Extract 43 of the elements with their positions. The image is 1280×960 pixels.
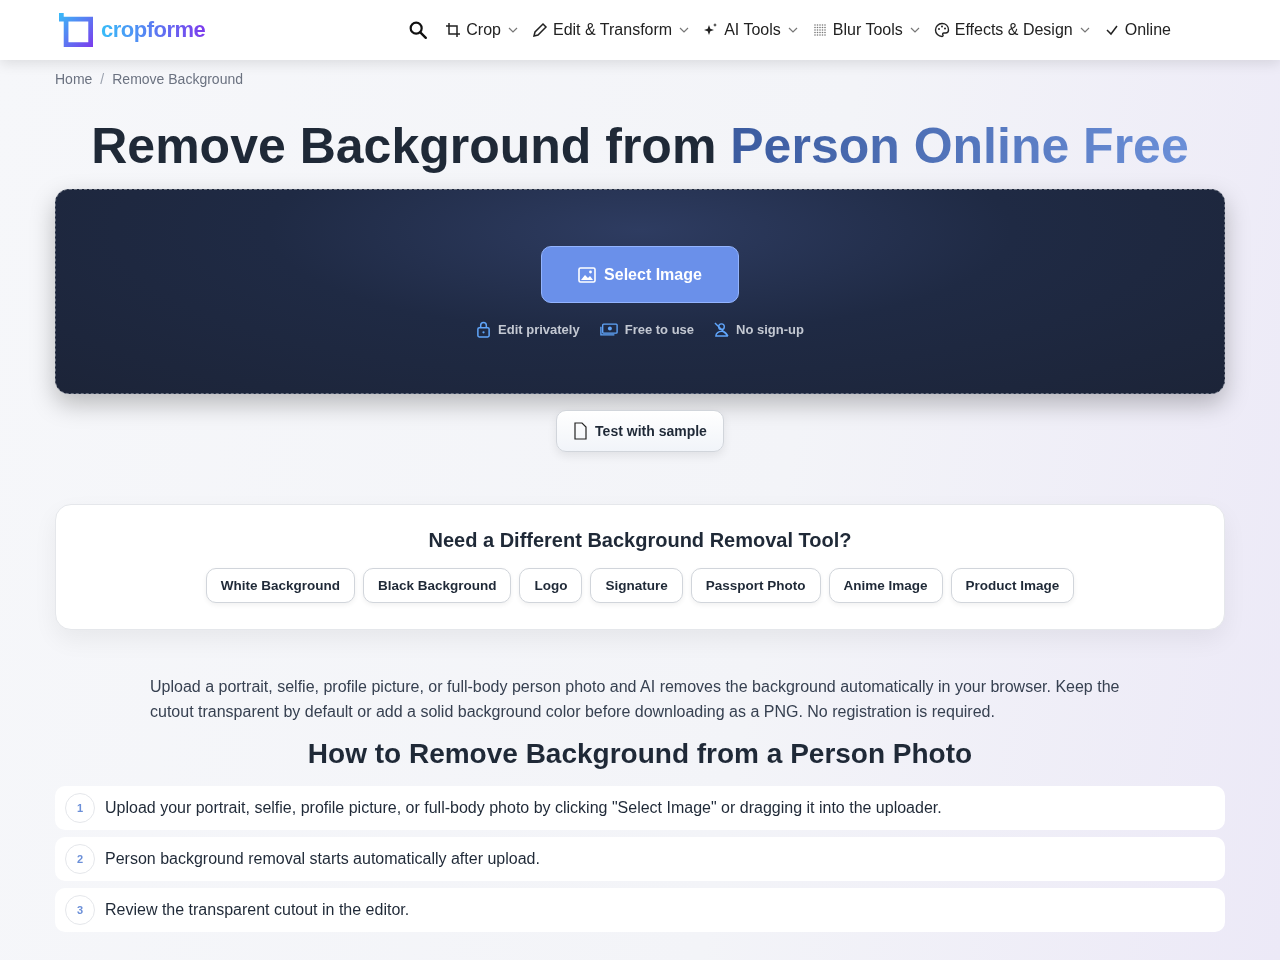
nav-menu-item[interactable]: Blur Tools	[811, 21, 920, 39]
step-text: Upload your portrait, selfie, profile picture, or full-body photo by clicking "Select Image" or dragging it into the uploader.	[105, 799, 942, 817]
nav-menu-item[interactable]: Edit & Transform	[532, 21, 690, 39]
tool-chip[interactable]: Anime Image	[828, 568, 943, 603]
no-user-icon	[714, 321, 730, 338]
chevron-down-icon	[787, 27, 798, 33]
chevron-down-icon	[1079, 27, 1090, 33]
breadcrumb-link[interactable]: Home	[55, 71, 93, 87]
tool-chip[interactable]: White Background	[205, 568, 355, 603]
page-title: Remove Background from Person Online Free	[90, 117, 1190, 175]
tool-chip[interactable]: Passport Photo	[690, 568, 821, 603]
banknote-icon	[599, 323, 618, 336]
feature-label: No sign-up	[736, 322, 804, 337]
image-icon	[578, 266, 597, 283]
search-icon[interactable]	[407, 19, 430, 41]
nav-menu-item[interactable]: Crop	[445, 21, 518, 39]
nav-menu-item[interactable]: AI Tools	[703, 21, 798, 39]
palette-icon	[933, 22, 950, 38]
test-sample-button[interactable]: Test with sample	[556, 410, 724, 452]
nav-menu-item[interactable]: Online	[1103, 21, 1171, 39]
dot-grid-icon	[811, 22, 828, 38]
intro-paragraph: Upload a portrait, selfie, profile picture, or full-body person photo and AI removes the background automatically in your browser. Keep the cutout transparent by default or add a solid background color before downloading as a PNG. No registration is required.	[150, 677, 1121, 722]
card-title: Need a Different Background Removal Tool?	[427, 529, 853, 552]
tool-chip[interactable]: Black Background	[362, 568, 512, 603]
lock-icon	[476, 321, 492, 338]
tool-chip[interactable]: Product Image	[950, 568, 1075, 603]
chevron-down-icon	[508, 27, 518, 33]
nav-menu-item[interactable]: Effects & Design	[933, 21, 1090, 39]
chevron-down-icon	[909, 27, 920, 33]
tool-chip[interactable]: Signature	[590, 568, 683, 603]
feature-label: Edit privately	[498, 322, 580, 337]
pencil-icon	[532, 22, 548, 38]
step-text: Person background removal starts automatically after upload.	[105, 850, 540, 868]
upload-dropzone[interactable]: Select Image Edit privately Free to use No sign-up	[55, 189, 1225, 394]
feature-label: Free to use	[624, 322, 695, 337]
file-icon	[573, 422, 588, 440]
tool-chip[interactable]: Logo	[519, 568, 583, 603]
section-heading: How to Remove Background from a Person Photo	[306, 738, 974, 770]
chevron-down-icon	[679, 27, 690, 33]
breadcrumb-separator: /	[100, 71, 105, 87]
step-text: Review the transparent cutout in the editor.	[105, 901, 410, 919]
current-page-label: Remove Background	[112, 71, 243, 87]
crop-icon	[445, 22, 462, 38]
